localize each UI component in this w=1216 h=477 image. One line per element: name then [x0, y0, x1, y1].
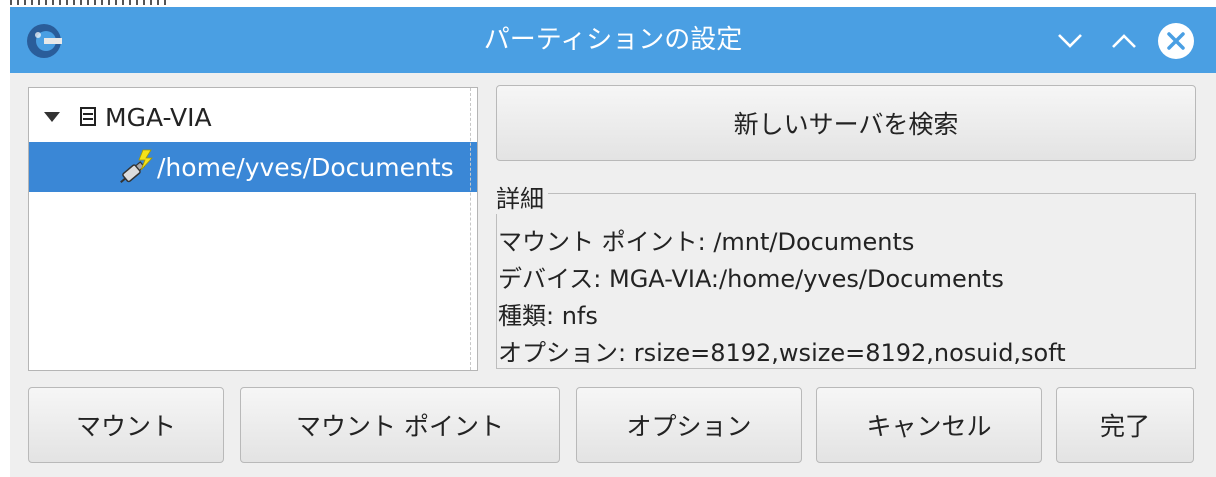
- options-button[interactable]: オプション: [576, 387, 802, 463]
- partition-settings-window: パーティションの設定 MGA-VIA /home/yves/Documents …: [10, 7, 1216, 477]
- nfs-share-icon: [120, 149, 153, 184]
- tree-row-server[interactable]: MGA-VIA: [29, 92, 477, 142]
- tree-row-share[interactable]: /home/yves/Documents: [29, 142, 477, 192]
- detail-options: オプション: rsize=8192,wsize=8192,nosuid,soft: [498, 339, 1066, 367]
- mount-point-button[interactable]: マウント ポイント: [240, 387, 560, 463]
- detail-mount-point: マウント ポイント: /mnt/Documents: [498, 228, 915, 256]
- close-button[interactable]: [1156, 21, 1196, 61]
- server-tree[interactable]: MGA-VIA /home/yves/Documents: [28, 87, 478, 371]
- top-edge-fragment: [10, 0, 170, 5]
- close-icon: [1158, 23, 1194, 59]
- search-new-servers-button[interactable]: 新しいサーバを検索: [496, 85, 1196, 161]
- mount-button[interactable]: マウント: [28, 387, 224, 463]
- cancel-button[interactable]: キャンセル: [816, 387, 1042, 463]
- server-icon: [80, 107, 96, 126]
- tree-column-divider: [470, 88, 471, 370]
- maximize-button[interactable]: [1104, 21, 1144, 61]
- detail-device: デバイス: MGA-VIA:/home/yves/Documents: [498, 265, 1004, 293]
- server-label: MGA-VIA: [105, 102, 212, 132]
- done-button[interactable]: 完了: [1056, 387, 1194, 463]
- detail-type: 種類: nfs: [498, 302, 598, 330]
- chevron-up-icon: [1112, 34, 1136, 48]
- expand-arrow-icon[interactable]: [43, 110, 61, 124]
- minimize-button[interactable]: [1050, 21, 1090, 61]
- window-title: パーティションの設定: [483, 25, 743, 55]
- title-bar[interactable]: パーティションの設定: [10, 7, 1216, 73]
- chevron-down-icon: [1058, 34, 1082, 48]
- share-label: /home/yves/Documents: [157, 152, 454, 182]
- details-heading: 詳細: [496, 179, 548, 214]
